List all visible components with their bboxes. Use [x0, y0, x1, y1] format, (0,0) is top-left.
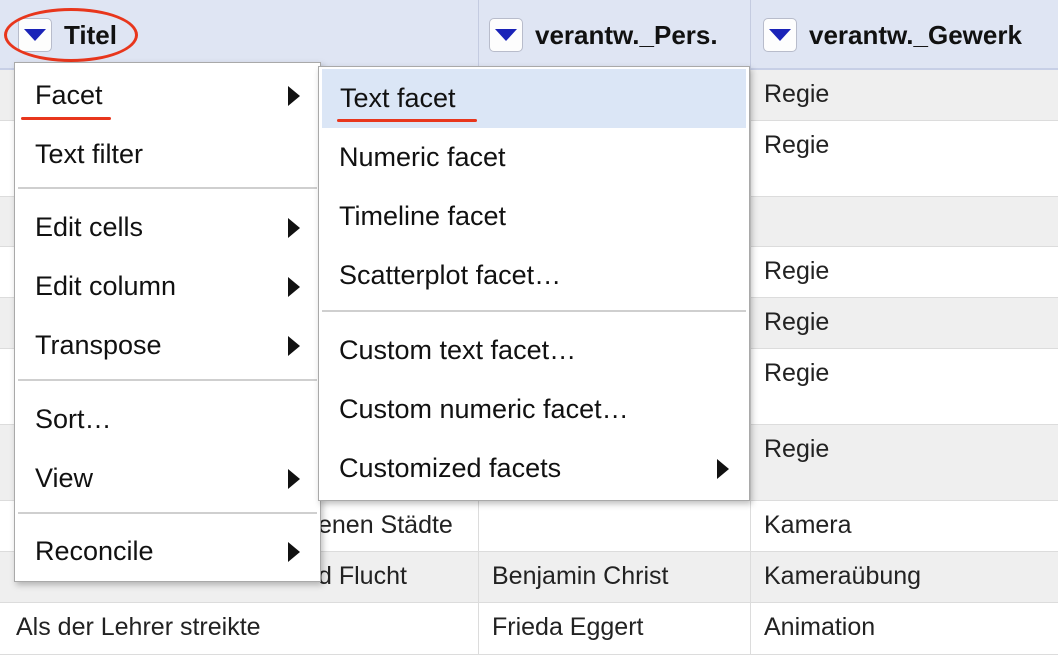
menu-separator — [18, 379, 317, 381]
menu-item-scatterplot-facet[interactable]: Scatterplot facet… — [319, 246, 749, 305]
menu-separator — [18, 512, 317, 514]
table-row: Als der Lehrer streikte Frieda Eggert An… — [0, 603, 1058, 655]
menu-item-label: Text facet — [340, 83, 456, 113]
menu-item-label: Custom text facet… — [339, 335, 577, 365]
menu-item-label: Transpose — [35, 330, 162, 360]
submenu-arrow-icon — [288, 541, 300, 562]
menu-item-edit-cells[interactable]: Edit cells — [15, 198, 320, 257]
table-cell[interactable]: Regie — [751, 247, 1058, 297]
table-cell[interactable]: Kameraübung — [751, 552, 1058, 602]
menu-item-custom-numeric-facet[interactable]: Custom numeric facet… — [319, 380, 749, 439]
annotation-underline — [21, 117, 111, 120]
menu-item-label: Sort… — [35, 404, 112, 434]
facet-submenu: Text facet Numeric facet Timeline facet … — [318, 66, 750, 501]
submenu-arrow-icon — [288, 217, 300, 238]
menu-item-label: Text filter — [35, 139, 144, 169]
column-header-label: verantw._Gewerk — [809, 19, 1022, 50]
submenu-arrow-icon — [288, 276, 300, 297]
column-header-row: Titel verantw._Pers. verantw._Gewerk — [0, 0, 1058, 70]
menu-item-label: Scatterplot facet… — [339, 260, 562, 290]
dropdown-arrow-icon — [24, 29, 46, 41]
menu-item-numeric-facet[interactable]: Numeric facet — [319, 128, 749, 187]
menu-item-label: Facet — [35, 80, 103, 110]
menu-item-reconcile[interactable]: Reconcile — [15, 522, 320, 581]
menu-item-label: Numeric facet — [339, 142, 506, 172]
table-cell[interactable]: Benjamin Christ — [479, 552, 751, 602]
submenu-arrow-icon — [288, 468, 300, 489]
menu-item-sort[interactable]: Sort… — [15, 390, 320, 449]
table-cell[interactable]: Regie — [751, 349, 1058, 424]
column-header-label: Titel — [64, 19, 117, 50]
menu-item-label: Timeline facet — [339, 201, 507, 231]
menu-item-label: Custom numeric facet… — [339, 394, 629, 424]
menu-item-label: Edit cells — [35, 212, 144, 242]
table-cell[interactable]: Animation — [751, 603, 1058, 654]
menu-item-label: Customized facets — [339, 453, 562, 483]
column-header-verantw-gewerk: verantw._Gewerk — [751, 0, 1058, 70]
table-cell[interactable]: Regie — [751, 425, 1058, 500]
table-cell[interactable]: Kamera — [751, 501, 1058, 551]
column-menu-button-titel[interactable] — [18, 18, 52, 52]
menu-item-view[interactable]: View — [15, 449, 320, 508]
menu-item-text-filter[interactable]: Text filter — [15, 125, 320, 184]
menu-item-timeline-facet[interactable]: Timeline facet — [319, 187, 749, 246]
submenu-arrow-icon — [288, 335, 300, 356]
annotation-underline — [337, 119, 477, 122]
dropdown-arrow-icon — [495, 29, 517, 41]
table-cell[interactable]: Regie — [751, 121, 1058, 196]
dropdown-arrow-icon — [769, 29, 791, 41]
menu-item-label: View — [35, 463, 94, 493]
column-header-verantw-pers: verantw._Pers. — [479, 0, 751, 70]
column-header-titel: Titel — [0, 0, 479, 70]
menu-item-edit-column[interactable]: Edit column — [15, 257, 320, 316]
submenu-arrow-icon — [288, 85, 300, 106]
column-menu-button-verantw-gewerk[interactable] — [763, 18, 797, 52]
table-cell[interactable]: Als der Lehrer streikte — [0, 603, 479, 654]
menu-item-customized-facets[interactable]: Customized facets — [319, 439, 749, 498]
table-cell[interactable]: Regie — [751, 298, 1058, 348]
menu-separator — [18, 187, 317, 189]
table-cell[interactable] — [751, 197, 1058, 246]
menu-item-label: Reconcile — [35, 536, 154, 566]
menu-item-transpose[interactable]: Transpose — [15, 316, 320, 375]
table-cell[interactable] — [479, 501, 751, 551]
column-header-label: verantw._Pers. — [535, 19, 718, 50]
menu-separator — [322, 310, 746, 312]
column-menu-button-verantw-pers[interactable] — [489, 18, 523, 52]
menu-item-custom-text-facet[interactable]: Custom text facet… — [319, 321, 749, 380]
table-cell[interactable]: Frieda Eggert — [479, 603, 751, 654]
menu-item-label: Edit column — [35, 271, 177, 301]
column-dropdown-menu: Facet Text filter Edit cells Edit column… — [14, 62, 321, 582]
submenu-arrow-icon — [717, 458, 729, 479]
table-cell[interactable]: Regie — [751, 70, 1058, 120]
